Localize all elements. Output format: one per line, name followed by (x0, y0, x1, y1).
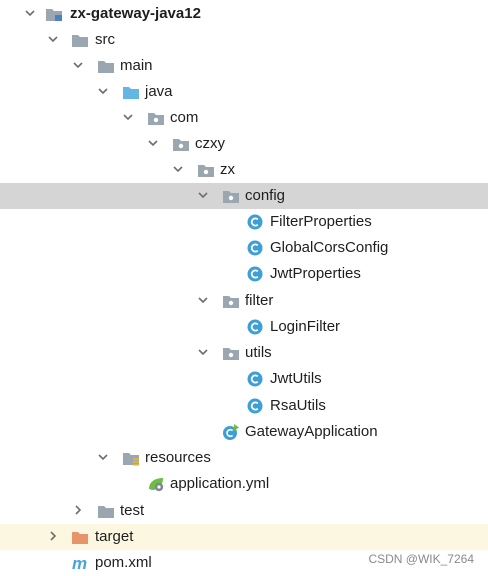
maven-icon (71, 554, 89, 572)
project-tree: zx-gateway-java12 src main java com czxy… (0, 0, 488, 575)
tree-item-label: utils (245, 344, 272, 361)
chevron-down-icon[interactable] (24, 7, 36, 19)
tree-item-utils[interactable]: utils (0, 340, 488, 366)
tree-item-label: GatewayApplication (245, 423, 378, 440)
package-icon (222, 344, 240, 362)
source-root-folder-icon (122, 83, 140, 101)
tree-item-jwt-utils[interactable]: JwtUtils (0, 366, 488, 392)
spring-yml-icon (147, 475, 165, 493)
tree-item-label: zx-gateway-java12 (70, 5, 201, 22)
package-icon (222, 292, 240, 310)
class-icon (246, 239, 264, 257)
package-icon (197, 161, 215, 179)
tree-item-label: RsaUtils (270, 397, 326, 414)
chevron-down-icon[interactable] (97, 85, 109, 97)
tree-item-label: pom.xml (95, 554, 152, 571)
tree-item-label: FilterProperties (270, 213, 372, 230)
class-icon (246, 397, 264, 415)
chevron-down-icon[interactable] (197, 294, 209, 306)
tree-item-target[interactable]: target (0, 524, 488, 550)
tree-item-label: GlobalCorsConfig (270, 239, 389, 256)
tree-item-label: JwtUtils (270, 370, 322, 387)
tree-item-jwt-properties[interactable]: JwtProperties (0, 261, 488, 287)
tree-item-label: config (245, 187, 286, 204)
chevron-right-icon[interactable] (72, 504, 84, 516)
tree-item-com[interactable]: com (0, 105, 488, 131)
chevron-down-icon[interactable] (197, 346, 209, 358)
chevron-down-icon[interactable] (47, 33, 59, 45)
chevron-right-icon[interactable] (47, 530, 59, 542)
excluded-folder-icon (71, 528, 89, 546)
tree-item-global-cors-config[interactable]: GlobalCorsConfig (0, 235, 488, 261)
tree-item-src[interactable]: src (0, 27, 488, 53)
chevron-down-icon[interactable] (197, 189, 209, 201)
class-icon (246, 213, 264, 231)
package-icon (147, 109, 165, 127)
tree-item-czxy[interactable]: czxy (0, 131, 488, 157)
tree-item-resources[interactable]: resources (0, 445, 488, 471)
tree-item-label: main (120, 57, 153, 74)
tree-item-zx-gateway-java12[interactable]: zx-gateway-java12 (0, 1, 488, 27)
class-icon (246, 370, 264, 388)
spring-boot-class-icon (222, 423, 240, 441)
tree-item-label: test (120, 502, 145, 519)
chevron-down-icon[interactable] (97, 451, 109, 463)
tree-item-main[interactable]: main (0, 53, 488, 79)
tree-item-zx[interactable]: zx (0, 157, 488, 183)
tree-item-gateway-application[interactable]: GatewayApplication (0, 419, 488, 445)
tree-item-filter-properties[interactable]: FilterProperties (0, 209, 488, 235)
tree-item-config[interactable]: config (0, 183, 488, 209)
tree-item-filter[interactable]: filter (0, 288, 488, 314)
tree-item-rsa-utils[interactable]: RsaUtils (0, 393, 488, 419)
class-icon (246, 318, 264, 336)
tree-item-label: target (95, 528, 134, 545)
tree-item-test[interactable]: test (0, 498, 488, 524)
tree-item-label: LoginFilter (270, 318, 341, 335)
package-icon (172, 135, 190, 153)
folder-icon (97, 57, 115, 75)
tree-item-label: zx (220, 161, 235, 178)
tree-item-label: czxy (195, 135, 225, 152)
watermark: CSDN @WIK_7264 (368, 552, 474, 566)
tree-item-label: java (145, 83, 173, 100)
tree-item-label: com (170, 109, 199, 126)
module-folder-icon (45, 5, 63, 23)
class-icon (246, 265, 264, 283)
chevron-down-icon[interactable] (72, 59, 84, 71)
package-icon (222, 187, 240, 205)
tree-item-login-filter[interactable]: LoginFilter (0, 314, 488, 340)
tree-item-label: resources (145, 449, 211, 466)
folder-icon (97, 502, 115, 520)
chevron-down-icon[interactable] (122, 111, 134, 123)
tree-item-label: JwtProperties (270, 265, 361, 282)
tree-item-java[interactable]: java (0, 79, 488, 105)
folder-icon (71, 31, 89, 49)
tree-item-application-yml[interactable]: application.yml (0, 471, 488, 497)
tree-item-label: application.yml (170, 475, 270, 492)
resources-folder-icon (122, 449, 140, 467)
chevron-down-icon[interactable] (147, 137, 159, 149)
chevron-down-icon[interactable] (172, 163, 184, 175)
tree-item-label: filter (245, 292, 274, 309)
tree-item-label: src (95, 31, 115, 48)
